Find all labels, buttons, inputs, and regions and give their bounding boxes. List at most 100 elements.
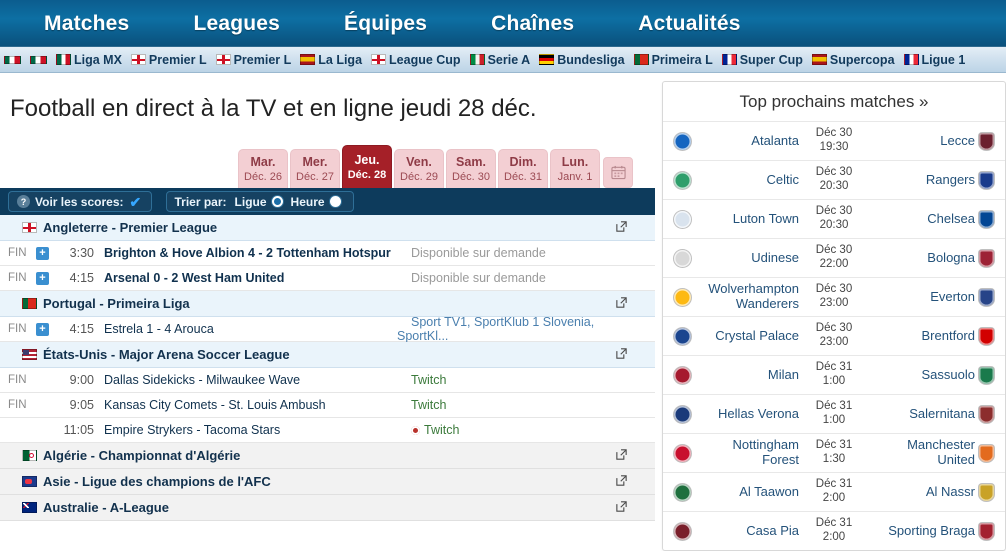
- home-team-name[interactable]: Hellas Verona: [693, 406, 807, 422]
- league-link-leaguecup[interactable]: League Cup: [371, 53, 461, 67]
- sidebar-match-row[interactable]: Atalanta Déc 30 19:30 Lecce: [663, 121, 1005, 160]
- date-tab-dc27[interactable]: Mer. Déc. 27: [290, 149, 340, 189]
- home-team-name[interactable]: Al Taawon: [693, 484, 807, 500]
- date-tab-dc30[interactable]: Sam. Déc. 30: [446, 149, 496, 189]
- league-link-premierl[interactable]: Premier L: [215, 53, 291, 67]
- match-channel[interactable]: Sport TV1, SportKlub 1 Slovenia, SportKl…: [397, 315, 594, 343]
- show-scores-toggle[interactable]: ? Voir les scores: ✔: [8, 191, 152, 213]
- away-team-name[interactable]: Manchester United: [861, 437, 975, 468]
- away-team-name[interactable]: Brentford: [861, 328, 975, 344]
- sidebar-match-row[interactable]: Al Taawon Déc 31 2:00 Al Nassr: [663, 472, 1005, 511]
- league-link-supercup[interactable]: Super Cup: [721, 53, 803, 67]
- league-link-partial[interactable]: [4, 55, 21, 64]
- sidebar-match-row[interactable]: Udinese Déc 30 22:00 Bologna: [663, 238, 1005, 277]
- sort-radio-time[interactable]: [329, 196, 341, 208]
- match-row[interactable]: FIN +4:15 Arsenal 0 - 2 West Ham United Dis…: [0, 266, 655, 292]
- match-expand-icon[interactable]: +: [36, 246, 49, 260]
- match-teams[interactable]: Dallas Sidekicks - Milwaukee Wave: [104, 373, 300, 387]
- league-link-ligue1[interactable]: Ligue 1: [903, 53, 965, 67]
- nav-item-matches[interactable]: Matches: [34, 12, 139, 36]
- away-team-name[interactable]: Lecce: [861, 133, 975, 149]
- match-channel[interactable]: Twitch: [397, 398, 446, 412]
- external-link-icon[interactable]: [615, 220, 628, 233]
- match-channel[interactable]: Twitch: [397, 423, 459, 437]
- away-team-name[interactable]: Al Nassr: [861, 484, 975, 500]
- home-team-name[interactable]: Luton Town: [693, 211, 807, 227]
- match-row[interactable]: FIN +4:15 Estrela 1 - 4 Arouca Sport TV1, S…: [0, 315, 655, 343]
- date-tab-dc31[interactable]: Dim. Déc. 31: [498, 149, 548, 189]
- nav-item-quipes[interactable]: Équipes: [334, 12, 437, 36]
- date-tab-dc26[interactable]: Mar. Déc. 26: [238, 149, 288, 189]
- nav-item-chanes[interactable]: Chaînes: [481, 12, 584, 36]
- league-section-header[interactable]: États-Unis - Major Arena Soccer League: [0, 342, 655, 369]
- league-link-bundesliga[interactable]: Bundesliga: [539, 52, 625, 67]
- sort-by-control[interactable]: Trier par: Ligue Heure: [165, 191, 354, 213]
- sidebar-title[interactable]: Top prochains matches »: [663, 82, 1005, 121]
- away-team-name[interactable]: Bologna: [861, 250, 975, 266]
- sidebar-match-row[interactable]: Milan Déc 31 1:00 Sassuolo: [663, 355, 1005, 394]
- home-team-name[interactable]: Crystal Palace: [693, 328, 807, 344]
- home-team-name[interactable]: Milan: [693, 367, 807, 383]
- league-section-header[interactable]: Portugal - Primeira Liga: [0, 291, 655, 318]
- date-tab-dc28[interactable]: Jeu. Déc. 28: [342, 145, 392, 189]
- match-teams[interactable]: Empire Strykers - Tacoma Stars: [104, 423, 280, 437]
- sidebar-match-row[interactable]: Crystal Palace Déc 30 23:00 Brentford: [663, 316, 1005, 355]
- match-row[interactable]: FIN +3:30 Brighton & Hove Albion 4 - 2 Tot…: [0, 241, 655, 267]
- show-scores-checkmark[interactable]: ✔: [130, 195, 143, 209]
- home-team-name[interactable]: Wolverhampton Wanderers: [693, 281, 807, 312]
- external-link-icon[interactable]: [615, 448, 628, 461]
- league-section-header[interactable]: Angleterre - Premier League: [0, 215, 655, 242]
- away-team-name[interactable]: Rangers: [861, 172, 975, 188]
- match-row[interactable]: FIN 9:05 Kansas City Comets - St. Louis Am…: [0, 393, 655, 419]
- league-link-partial[interactable]: [30, 55, 47, 64]
- sidebar-match-row[interactable]: Celtic Déc 30 20:30 Rangers: [663, 160, 1005, 199]
- home-team-name[interactable]: Nottingham Forest: [693, 437, 807, 468]
- match-teams[interactable]: Kansas City Comets - St. Louis Ambush: [104, 398, 326, 412]
- away-team-name[interactable]: Chelsea: [861, 211, 975, 227]
- league-link-ligamx[interactable]: Liga MX: [56, 53, 122, 67]
- sort-option-time-label[interactable]: Heure: [291, 195, 325, 209]
- home-team-name[interactable]: Udinese: [693, 250, 807, 266]
- league-link-supercopa[interactable]: Supercopa: [811, 53, 895, 67]
- external-link-icon[interactable]: [615, 347, 628, 360]
- home-team-name[interactable]: Casa Pia: [693, 523, 807, 539]
- match-row[interactable]: FIN 9:00 Dallas Sidekicks - Milwaukee Wave…: [0, 368, 655, 394]
- nav-item-leagues[interactable]: Leagues: [183, 12, 290, 36]
- match-teams[interactable]: Arsenal 0 - 2 West Ham United: [104, 271, 284, 285]
- sort-option-league-label[interactable]: Ligue: [235, 195, 267, 209]
- sidebar-match-row[interactable]: Wolverhampton Wanderers Déc 30 23:00 Everto…: [663, 277, 1005, 316]
- match-expand-icon[interactable]: +: [36, 322, 49, 336]
- away-team-name[interactable]: Everton: [861, 289, 975, 305]
- away-team-name[interactable]: Sporting Braga: [861, 523, 975, 539]
- match-channel[interactable]: Twitch: [397, 373, 446, 387]
- sidebar-match-row[interactable]: Hellas Verona Déc 31 1:00 Salernitana: [663, 394, 1005, 433]
- home-team-name[interactable]: Celtic: [693, 172, 807, 188]
- nav-item-actualits[interactable]: Actualités: [628, 12, 750, 36]
- sort-radio-league[interactable]: [271, 196, 283, 208]
- sidebar-match-row[interactable]: Luton Town Déc 30 20:30 Chelsea: [663, 199, 1005, 238]
- league-link-primeiral[interactable]: Primeira L: [633, 53, 713, 67]
- calendar-picker-button[interactable]: [603, 157, 633, 189]
- away-team-name[interactable]: Salernitana: [861, 406, 975, 422]
- league-link-label: Bundesliga: [557, 52, 625, 67]
- match-row[interactable]: 11:05 Empire Strykers - Tacoma Stars Twitc…: [0, 418, 655, 444]
- date-tab-janv1[interactable]: Lun. Janv. 1: [550, 149, 600, 189]
- home-team-name[interactable]: Atalanta: [693, 133, 807, 149]
- match-expand-icon[interactable]: +: [36, 271, 49, 285]
- external-link-icon[interactable]: [615, 296, 628, 309]
- match-teams[interactable]: Brighton & Hove Albion 4 - 2 Tottenham H…: [104, 246, 391, 260]
- away-team-name[interactable]: Sassuolo: [861, 367, 975, 383]
- league-link-seriea[interactable]: Serie A: [469, 53, 530, 67]
- league-link-laliga[interactable]: La Liga: [300, 53, 362, 67]
- help-icon[interactable]: ?: [17, 195, 30, 209]
- league-section-header[interactable]: Australie - A-League: [0, 495, 655, 522]
- sidebar-match-row[interactable]: Casa Pia Déc 31 2:00 Sporting Braga: [663, 511, 1005, 550]
- match-teams[interactable]: Estrela 1 - 4 Arouca: [104, 322, 214, 336]
- external-link-icon[interactable]: [615, 500, 628, 513]
- league-section-header[interactable]: Asie - Ligue des champions de l'AFC: [0, 469, 655, 496]
- league-section-header[interactable]: Algérie - Championnat d'Algérie: [0, 443, 655, 470]
- sidebar-match-row[interactable]: Nottingham Forest Déc 31 1:30 Manchester Un…: [663, 433, 1005, 472]
- league-link-premierl[interactable]: Premier L: [130, 53, 207, 67]
- date-tab-dc29[interactable]: Ven. Déc. 29: [394, 149, 444, 189]
- external-link-icon[interactable]: [615, 474, 628, 487]
